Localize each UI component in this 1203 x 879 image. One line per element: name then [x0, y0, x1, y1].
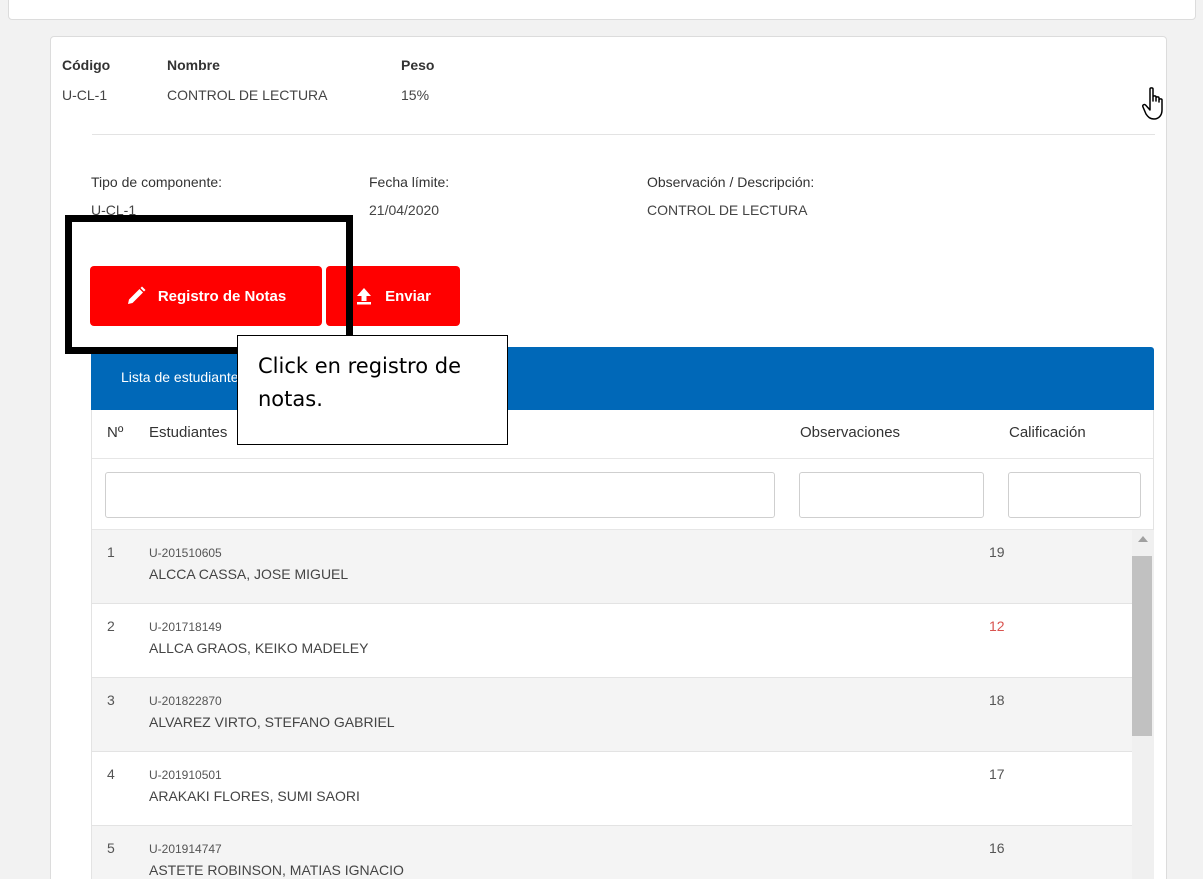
- student-grade: 19: [989, 544, 1005, 560]
- student-name: ARAKAKI FLORES, SUMI SAORI: [149, 788, 360, 804]
- student-code: U-201914747: [149, 842, 222, 856]
- student-code: U-201510605: [149, 546, 222, 560]
- column-number: Nº: [107, 424, 124, 441]
- student-list-title: Lista de estudiantes: [121, 369, 246, 385]
- type-label: Tipo de componente:: [91, 174, 223, 190]
- upload-icon: [357, 288, 372, 305]
- code-label: Código: [62, 57, 111, 73]
- registro-button-label: Registro de Notas: [157, 287, 287, 305]
- student-rows: 1 U-201510605 ALCCA CASSA, JOSE MIGUEL 1…: [92, 530, 1132, 879]
- column-observations: Observaciones: [800, 424, 901, 441]
- deadline-value: 21/04/2020: [369, 202, 440, 218]
- row-number: 4: [107, 766, 115, 782]
- student-grade: 18: [989, 692, 1005, 708]
- summary-divider: [92, 134, 1155, 135]
- annotation-callout: Click en registro de notas.: [237, 335, 508, 445]
- table-row[interactable]: 4 U-201910501 ARAKAKI FLORES, SUMI SAORI…: [92, 752, 1132, 826]
- pencil-icon: [127, 286, 146, 304]
- student-grade: 17: [989, 766, 1005, 782]
- student-name: ALLCA GRAOS, KEIKO MADELEY: [149, 640, 369, 656]
- student-name: ASTETE ROBINSON, MATIAS IGNACIO: [149, 862, 404, 878]
- student-code: U-201718149: [149, 620, 222, 634]
- student-code: U-201822870: [149, 694, 222, 708]
- column-students: Estudiantes: [149, 424, 228, 441]
- table-row[interactable]: 1 U-201510605 ALCCA CASSA, JOSE MIGUEL 1…: [92, 530, 1132, 604]
- column-grade: Calificación: [1009, 424, 1086, 441]
- student-grade: 12: [989, 618, 1005, 634]
- hand-pointer-icon: [1142, 87, 1163, 120]
- table-row[interactable]: 2 U-201718149 ALLCA GRAOS, KEIKO MADELEY…: [92, 604, 1132, 678]
- scroll-up-icon[interactable]: [1138, 536, 1148, 542]
- table-scrollbar[interactable]: [1132, 530, 1154, 879]
- observations-filter-input[interactable]: [799, 472, 984, 518]
- previous-card: [8, 0, 1196, 20]
- weight-value: 15%: [401, 87, 430, 103]
- row-number: 3: [107, 692, 115, 708]
- code-value: U-CL-1: [62, 87, 108, 103]
- enviar-button[interactable]: Enviar: [326, 266, 460, 326]
- student-filter-input[interactable]: [105, 472, 775, 518]
- row-number: 1: [107, 544, 115, 560]
- table-row[interactable]: 3 U-201822870 ALVAREZ VIRTO, STEFANO GAB…: [92, 678, 1132, 752]
- observation-value: CONTROL DE LECTURA: [647, 202, 808, 218]
- grade-filter-input[interactable]: [1008, 472, 1141, 518]
- type-value: U-CL-1: [91, 202, 137, 218]
- students-table: Nº Estudiantes Observaciones Calificació…: [91, 410, 1154, 879]
- deadline-label: Fecha límite:: [369, 174, 450, 190]
- name-value: CONTROL DE LECTURA: [167, 87, 328, 103]
- observation-label: Observación / Descripción:: [647, 174, 815, 190]
- student-name: ALCCA CASSA, JOSE MIGUEL: [149, 566, 349, 582]
- table-row[interactable]: 5 U-201914747 ASTETE ROBINSON, MATIAS IG…: [92, 826, 1132, 879]
- student-name: ALVAREZ VIRTO, STEFANO GABRIEL: [149, 714, 395, 730]
- header-divider: [92, 458, 1153, 459]
- scroll-thumb[interactable]: [1132, 556, 1152, 736]
- registro-de-notas-button[interactable]: Registro de Notas: [90, 266, 322, 326]
- row-number: 2: [107, 618, 115, 634]
- name-label: Nombre: [167, 57, 220, 73]
- weight-label: Peso: [401, 57, 435, 73]
- enviar-button-label: Enviar: [385, 287, 431, 305]
- row-number: 5: [107, 840, 115, 856]
- student-grade: 16: [989, 840, 1005, 856]
- student-code: U-201910501: [149, 768, 222, 782]
